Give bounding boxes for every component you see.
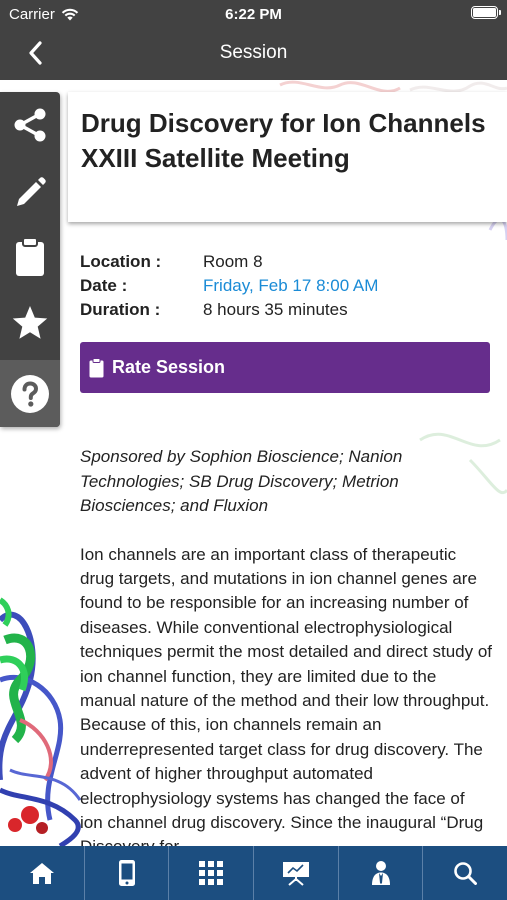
presentation-icon [282,862,309,886]
share-button[interactable] [0,92,60,158]
duration-row: Duration : 8 hours 35 minutes [80,298,492,322]
pencil-icon [17,177,46,206]
sponsor-text: Sponsored by Sophion Bioscience; Nanion … [80,447,403,515]
duration-value: 8 hours 35 minutes [203,300,348,319]
help-button[interactable] [0,360,60,427]
home-icon [29,863,54,884]
people-icon [371,861,390,885]
battery-icon [471,6,501,19]
action-rail [0,92,60,427]
location-value: Room 8 [203,252,263,271]
navigation-bar: Session [0,28,507,80]
protein-ribbon-art [0,597,82,846]
session-description: Ion channels are an important class of t… [80,544,493,857]
share-icon [14,108,46,142]
duration-label: Duration : [80,300,161,319]
rate-session-button[interactable]: Rate Session [80,342,490,393]
session-title-card: Drug Discovery for Ion Channels XXIII Sa… [68,92,507,222]
favorite-button[interactable] [0,290,60,356]
rate-session-label: Rate Session [112,357,226,377]
bottom-tab-bar [0,846,507,900]
date-label: Date : [80,276,128,295]
page-title: Session [219,42,288,63]
clipboard-icon [16,237,44,276]
tab-grid[interactable] [169,846,255,900]
status-bar: Carrier 6:22 PM [0,0,507,28]
location-row: Location : Room 8 [80,250,492,274]
session-details: Location : Room 8 Date : Friday, Feb 17 … [80,250,492,860]
help-icon [11,374,49,413]
tab-home[interactable] [0,846,85,900]
tab-search[interactable] [423,846,507,900]
tab-mobile[interactable] [85,846,170,900]
top-bar: Carrier 6:22 PM Session [0,0,507,80]
date-row: Date : Friday, Feb 17 8:00 AM [80,274,492,298]
clock: 6:22 PM [225,6,282,23]
tab-presentation[interactable] [254,846,339,900]
session-title: Drug Discovery for Ion Channels XXIII Sa… [81,108,486,173]
clipboard-icon [89,357,104,377]
grid-icon [199,861,224,885]
notes-button[interactable] [0,158,60,224]
survey-button[interactable] [0,224,60,290]
tab-people[interactable] [339,846,424,900]
search-icon [454,862,478,885]
date-link[interactable]: Friday, Feb 17 8:00 AM [203,274,378,298]
mobile-icon [118,860,135,886]
location-label: Location : [80,252,162,271]
star-icon [12,306,48,339]
